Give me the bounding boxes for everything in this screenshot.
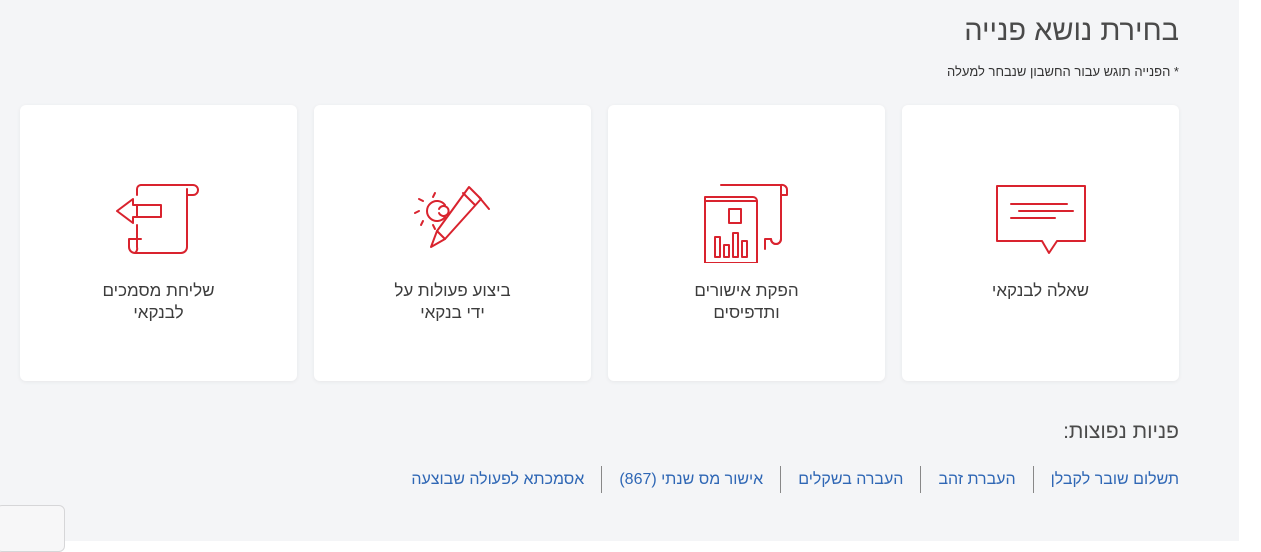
card-send-documents[interactable]: שליחת מסמכים לבנקאי bbox=[20, 105, 297, 381]
link-divider bbox=[1032, 466, 1034, 493]
document-chart-icon bbox=[699, 183, 795, 263]
faq-links: אסמכתא לפעולה שבוצעה אישור מס שנתי (867)… bbox=[411, 466, 1179, 493]
card-label: ביצוע פעולות על ידי בנקאי bbox=[394, 281, 511, 322]
card-certificates-statements[interactable]: הפקת אישורים ותדפיסים bbox=[608, 105, 885, 381]
card-label: שליחת מסמכים לבנקאי bbox=[102, 281, 215, 322]
card-banker-actions[interactable]: ביצוע פעולות על ידי בנקאי bbox=[314, 105, 591, 381]
faq-link-transaction-reference[interactable]: אסמכתא לפעולה שבוצעה bbox=[411, 467, 584, 493]
card-question-to-banker[interactable]: שאלה לבנקאי bbox=[902, 105, 1179, 381]
main-panel: בחירת נושא פנייה * הפנייה תוגש עבור החשב… bbox=[0, 0, 1239, 541]
faq-link-contractor-voucher-payment[interactable]: תשלום שובר לקבלן bbox=[1051, 467, 1179, 493]
faq-link-annual-tax-certificate[interactable]: אישור מס שנתי (867) bbox=[619, 467, 763, 493]
card-label: הפקת אישורים ותדפיסים bbox=[694, 281, 799, 322]
link-divider bbox=[780, 466, 782, 493]
scroll-send-icon bbox=[111, 183, 207, 263]
faq-link-gold-transfer[interactable]: העברת זהב bbox=[938, 467, 1015, 493]
faq-title: פניות נפוצות: bbox=[1063, 420, 1179, 443]
link-divider bbox=[920, 466, 922, 493]
topic-cards: שאלה לבנקאי הפקת אישורים ותדפיסים ביצוע … bbox=[20, 105, 1179, 381]
floating-widget[interactable] bbox=[0, 505, 65, 552]
link-divider bbox=[601, 466, 603, 493]
faq-link-shekel-transfer[interactable]: העברה בשקלים bbox=[798, 467, 903, 493]
pencil-gear-icon bbox=[405, 183, 501, 263]
page-title: בחירת נושא פנייה bbox=[964, 15, 1179, 47]
page-subtitle: * הפנייה תוגש עבור החשבון שנבחר למעלה bbox=[947, 64, 1179, 79]
chat-bubble-icon bbox=[993, 183, 1089, 263]
card-label: שאלה לבנקאי bbox=[991, 281, 1090, 300]
